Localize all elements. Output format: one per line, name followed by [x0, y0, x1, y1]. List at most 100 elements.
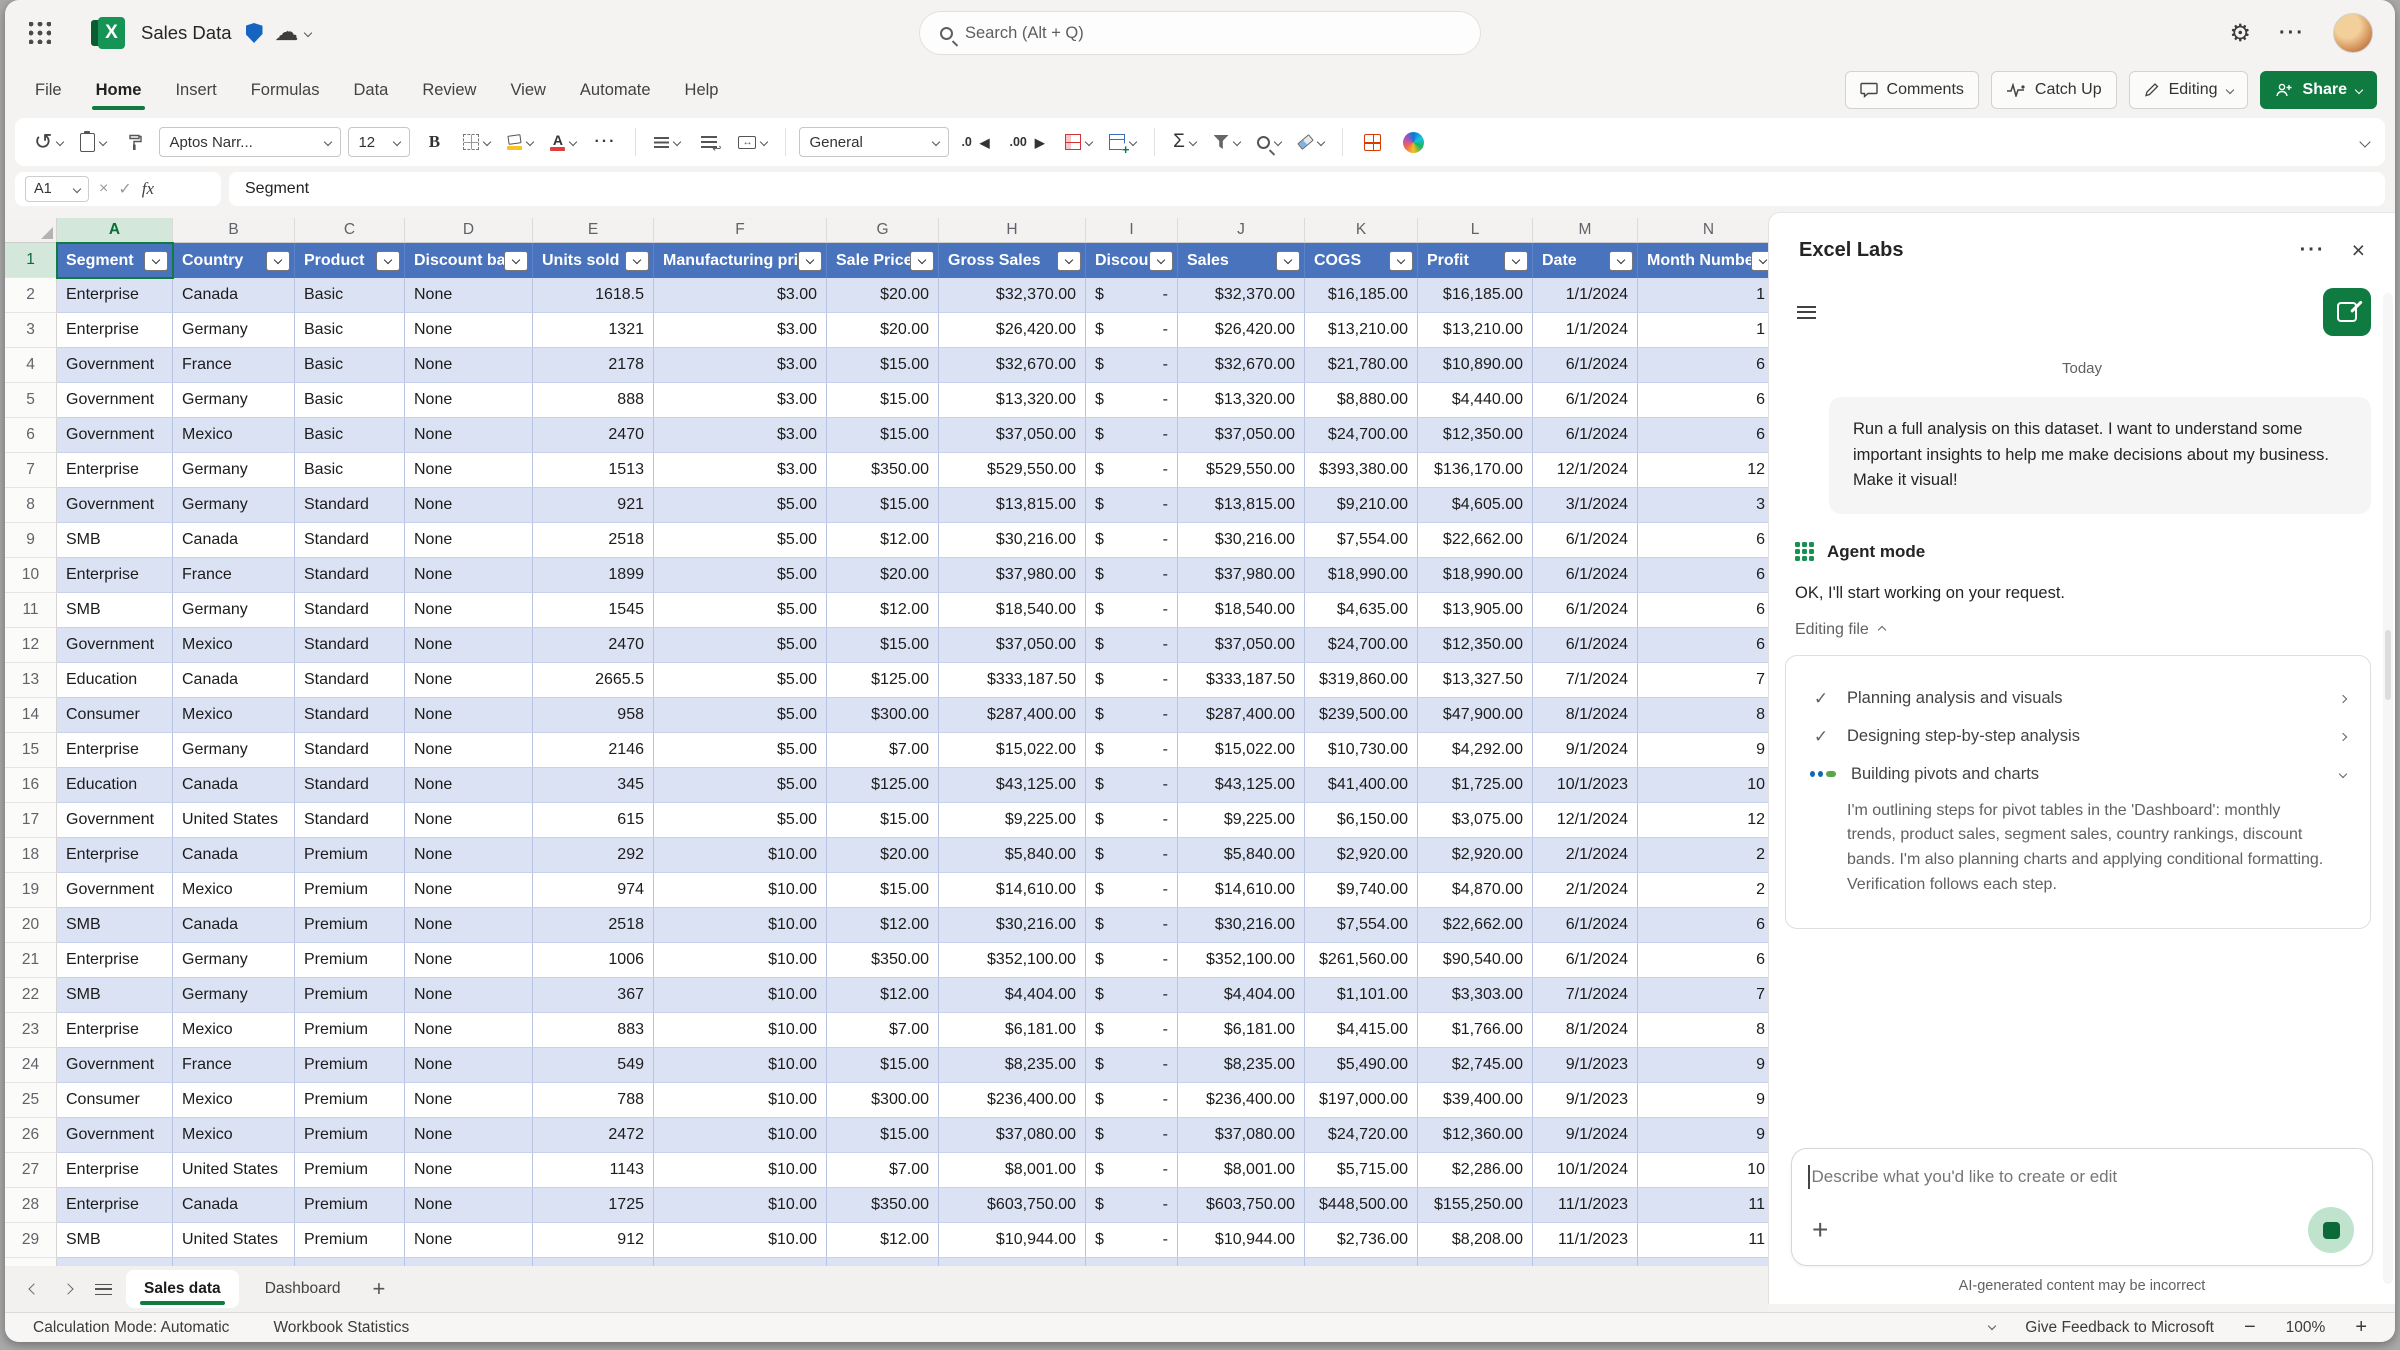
- cell[interactable]: $-: [1086, 558, 1178, 593]
- cell[interactable]: $125.00: [827, 663, 939, 698]
- cell[interactable]: 549: [533, 1048, 654, 1083]
- row-number[interactable]: 23: [5, 1013, 57, 1048]
- cell[interactable]: 2178: [533, 348, 654, 383]
- cell[interactable]: Standard: [295, 628, 405, 663]
- cell[interactable]: Canada: [173, 1188, 295, 1223]
- cell[interactable]: $6,181.00: [939, 1013, 1086, 1048]
- cell[interactable]: 11: [1638, 1223, 1768, 1258]
- cell[interactable]: $37,980.00: [939, 558, 1086, 593]
- column-letter-G[interactable]: G: [827, 218, 939, 243]
- cell[interactable]: $13,815.00: [1178, 488, 1305, 523]
- cell[interactable]: $30,216.00: [1178, 908, 1305, 943]
- cell[interactable]: 6/1/2024: [1533, 558, 1638, 593]
- cell[interactable]: $15,022.00: [1178, 733, 1305, 768]
- cell[interactable]: Government: [57, 418, 173, 453]
- cell[interactable]: Premium: [295, 873, 405, 908]
- header-cell[interactable]: Segment: [57, 243, 173, 278]
- cell[interactable]: $26,420.00: [939, 313, 1086, 348]
- cell[interactable]: 6: [1638, 523, 1768, 558]
- cell[interactable]: 1: [1638, 278, 1768, 313]
- cell[interactable]: $9,225.00: [939, 803, 1086, 838]
- cell[interactable]: Basic: [295, 278, 405, 313]
- cell[interactable]: $10.00: [654, 943, 827, 978]
- cell[interactable]: $603,750.00: [1178, 1188, 1305, 1223]
- cell[interactable]: Enterprise: [57, 838, 173, 873]
- cell[interactable]: $-: [1086, 313, 1178, 348]
- cell[interactable]: Canada: [173, 838, 295, 873]
- cell[interactable]: Basic: [295, 453, 405, 488]
- cell[interactable]: Standard: [295, 593, 405, 628]
- cell[interactable]: Enterprise: [57, 943, 173, 978]
- cell[interactable]: 8/1/2024: [1533, 698, 1638, 733]
- row-number[interactable]: 2: [5, 278, 57, 313]
- cell[interactable]: 2470: [533, 628, 654, 663]
- cell[interactable]: Premium: [295, 978, 405, 1013]
- zoom-level[interactable]: 100%: [2286, 1319, 2326, 1337]
- cell[interactable]: Germany: [173, 488, 295, 523]
- filter-dropdown-icon[interactable]: [266, 251, 290, 271]
- cell[interactable]: $18,540.00: [939, 593, 1086, 628]
- alignment-button[interactable]: [649, 125, 685, 159]
- cell[interactable]: 9: [1638, 1118, 1768, 1153]
- cell[interactable]: 1/1/2024: [1533, 313, 1638, 348]
- cell[interactable]: United States: [173, 1223, 295, 1258]
- filter-dropdown-icon[interactable]: [1389, 251, 1413, 271]
- cell[interactable]: $37,980.00: [1178, 558, 1305, 593]
- cell[interactable]: $10,730.00: [1305, 733, 1418, 768]
- font-name-combo[interactable]: Aptos Narr...: [159, 127, 341, 157]
- cell[interactable]: $-: [1086, 943, 1178, 978]
- cell[interactable]: 9/1/2024: [1533, 1118, 1638, 1153]
- cell[interactable]: 2: [1638, 873, 1768, 908]
- cell[interactable]: Enterprise: [57, 1153, 173, 1188]
- cell[interactable]: None: [405, 1118, 533, 1153]
- cell[interactable]: $-: [1086, 838, 1178, 873]
- cell[interactable]: $-: [1086, 593, 1178, 628]
- panel-close-icon[interactable]: ×: [2352, 239, 2365, 262]
- header-cell[interactable]: COGS: [1305, 243, 1418, 278]
- cell[interactable]: $26,420.00: [1178, 313, 1305, 348]
- cell[interactable]: $10.00: [654, 1118, 827, 1153]
- row-number[interactable]: 15: [5, 733, 57, 768]
- tab-automate[interactable]: Automate: [578, 75, 653, 106]
- cell[interactable]: $43,125.00: [1178, 768, 1305, 803]
- cell[interactable]: Enterprise: [57, 1013, 173, 1048]
- cell[interactable]: Standard: [295, 768, 405, 803]
- cell[interactable]: $300.00: [827, 1083, 939, 1118]
- more-font-options-button[interactable]: ···: [588, 125, 622, 159]
- more-options-icon[interactable]: ···: [2279, 22, 2305, 45]
- cell[interactable]: 12/1/2024: [1533, 803, 1638, 838]
- new-chat-button[interactable]: [2323, 288, 2371, 336]
- enter-icon[interactable]: ✓: [118, 179, 131, 199]
- sheet-tab-dashboard[interactable]: Dashboard: [247, 1270, 359, 1308]
- cell[interactable]: $448,500.00: [1305, 1188, 1418, 1223]
- cell[interactable]: $352,100.00: [1178, 943, 1305, 978]
- cell[interactable]: 6: [1638, 383, 1768, 418]
- cell[interactable]: Basic: [295, 348, 405, 383]
- cell[interactable]: None: [405, 278, 533, 313]
- column-letter-I[interactable]: I: [1086, 218, 1178, 243]
- cell[interactable]: 12/1/2024: [1533, 453, 1638, 488]
- cell[interactable]: Enterprise: [57, 733, 173, 768]
- cell[interactable]: $10.00: [654, 978, 827, 1013]
- cell[interactable]: 2518: [533, 523, 654, 558]
- cell[interactable]: SMB: [57, 1223, 173, 1258]
- cell[interactable]: 10/1/2024: [1533, 1153, 1638, 1188]
- cell[interactable]: $8,001.00: [1178, 1153, 1305, 1188]
- cell[interactable]: $12,350.00: [1418, 628, 1533, 663]
- header-cell[interactable]: Country: [173, 243, 295, 278]
- cell[interactable]: 6: [1638, 943, 1768, 978]
- cell[interactable]: $-: [1086, 418, 1178, 453]
- cell[interactable]: Standard: [295, 663, 405, 698]
- cell[interactable]: $2,745.00: [1418, 1048, 1533, 1083]
- cell[interactable]: $-: [1086, 488, 1178, 523]
- cell[interactable]: $2,920.00: [1418, 838, 1533, 873]
- cell[interactable]: $10.00: [654, 1223, 827, 1258]
- cell[interactable]: None: [405, 418, 533, 453]
- row-number[interactable]: 22: [5, 978, 57, 1013]
- cell[interactable]: [827, 1258, 939, 1266]
- row-number[interactable]: 24: [5, 1048, 57, 1083]
- cell[interactable]: 1/1/2024: [1533, 278, 1638, 313]
- cell[interactable]: $32,670.00: [939, 348, 1086, 383]
- cell[interactable]: $-: [1086, 803, 1178, 838]
- cell[interactable]: $8,235.00: [1178, 1048, 1305, 1083]
